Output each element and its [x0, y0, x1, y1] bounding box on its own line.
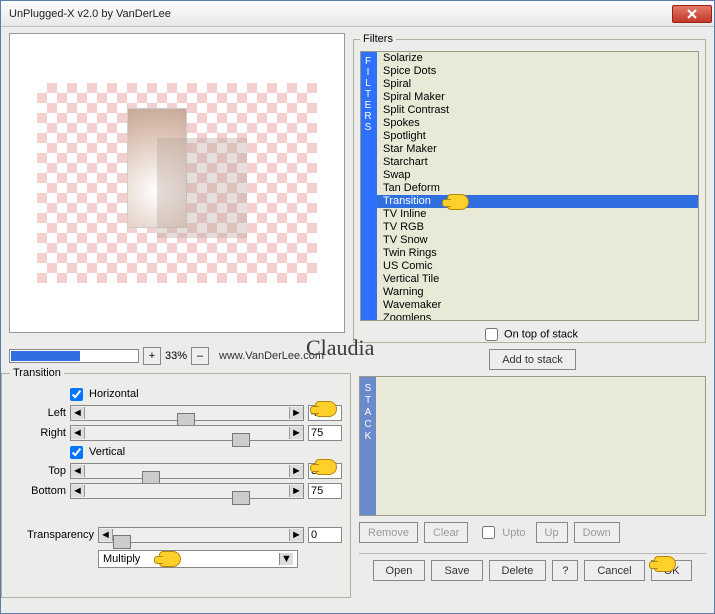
filter-item[interactable]: Warning [377, 286, 698, 299]
filters-group: Filters FILTERS SolarizeSpice DotsSpiral… [353, 33, 706, 343]
transparency-label: Transparency [10, 529, 94, 541]
stack-list[interactable] [376, 377, 705, 515]
save-button[interactable]: Save [431, 560, 482, 581]
titlebar: UnPlugged-X v2.0 by VanDerLee [1, 1, 714, 27]
left-label: Left [10, 407, 66, 419]
help-button[interactable]: ? [552, 560, 578, 581]
filter-item[interactable]: TV RGB [377, 221, 698, 234]
upto-checkbox[interactable] [482, 526, 495, 539]
clear-button[interactable]: Clear [424, 522, 468, 543]
bottom-slider[interactable]: ◄► [70, 483, 304, 499]
bottom-label: Bottom [10, 485, 66, 497]
add-to-stack-button[interactable]: Add to stack [489, 349, 576, 370]
down-button[interactable]: Down [574, 522, 620, 543]
filter-item[interactable]: Transition [377, 195, 698, 208]
top-slider[interactable]: ◄► [70, 463, 304, 479]
up-button[interactable]: Up [536, 522, 568, 543]
close-button[interactable] [672, 5, 712, 23]
top-value[interactable] [308, 463, 342, 479]
filter-item[interactable]: Zoomlens [377, 312, 698, 320]
filter-item[interactable]: Starchart [377, 156, 698, 169]
filter-item[interactable]: Swap [377, 169, 698, 182]
transition-group: Transition Horizontal Left ◄► Right ◄► [1, 367, 351, 598]
vertical-label: Vertical [89, 446, 125, 458]
cancel-button[interactable]: Cancel [584, 560, 644, 581]
vendor-link[interactable]: www.VanDerLee.com [219, 350, 324, 362]
filters-legend: Filters [360, 33, 396, 45]
on-top-checkbox[interactable] [485, 328, 498, 341]
pointer-icon [159, 551, 181, 567]
bottom-value[interactable] [308, 483, 342, 499]
stack-panel: STACK [359, 376, 706, 516]
top-label: Top [10, 465, 66, 477]
stack-vertical-label: STACK [360, 377, 376, 515]
blend-mode-select[interactable]: Multiply ▼ [98, 550, 298, 568]
delete-button[interactable]: Delete [489, 560, 547, 581]
transparency-slider[interactable]: ◄► [98, 527, 304, 543]
filters-vertical-label: FILTERS [361, 52, 377, 320]
remove-button[interactable]: Remove [359, 522, 418, 543]
preview-panel [9, 33, 345, 333]
zoom-out-button[interactable]: – [191, 347, 209, 365]
upto-label: Upto [502, 527, 525, 539]
filter-item[interactable]: Tan Deform [377, 182, 698, 195]
filter-item[interactable]: Solarize [377, 52, 698, 65]
chevron-down-icon: ▼ [279, 553, 293, 565]
left-slider[interactable]: ◄► [70, 405, 304, 421]
zoom-bar[interactable] [9, 349, 139, 363]
filter-item[interactable]: Spokes [377, 117, 698, 130]
filter-item[interactable]: Vertical Tile [377, 273, 698, 286]
filter-item[interactable]: Split Contrast [377, 104, 698, 117]
transparency-value[interactable] [308, 527, 342, 543]
pointer-icon [447, 194, 469, 210]
on-top-label: On top of stack [504, 328, 578, 340]
filter-item[interactable]: Star Maker [377, 143, 698, 156]
horizontal-label: Horizontal [89, 388, 139, 400]
right-slider[interactable]: ◄► [70, 425, 304, 441]
filter-list[interactable]: SolarizeSpice DotsSpiralSpiral MakerSpli… [377, 52, 698, 320]
open-button[interactable]: Open [373, 560, 426, 581]
horizontal-checkbox[interactable] [70, 388, 83, 401]
filter-item[interactable]: Spice Dots [377, 65, 698, 78]
filter-item[interactable]: TV Snow [377, 234, 698, 247]
blend-mode-value: Multiply [103, 553, 140, 565]
filter-item[interactable]: Spotlight [377, 130, 698, 143]
zoom-in-button[interactable]: + [143, 347, 161, 365]
filter-item[interactable]: Spiral Maker [377, 91, 698, 104]
filter-item[interactable]: US Comic [377, 260, 698, 273]
window-title: UnPlugged-X v2.0 by VanDerLee [9, 8, 672, 20]
filter-item[interactable]: Wavemaker [377, 299, 698, 312]
ok-button[interactable]: OK [651, 560, 693, 581]
zoom-percent: 33% [165, 350, 187, 362]
filter-item[interactable]: TV Inline [377, 208, 698, 221]
preview-image [37, 83, 317, 283]
vertical-checkbox[interactable] [70, 446, 83, 459]
right-label: Right [10, 427, 66, 439]
filter-item[interactable]: Twin Rings [377, 247, 698, 260]
left-value[interactable] [308, 405, 342, 421]
transition-legend: Transition [10, 367, 64, 379]
right-value[interactable] [308, 425, 342, 441]
filter-item[interactable]: Spiral [377, 78, 698, 91]
